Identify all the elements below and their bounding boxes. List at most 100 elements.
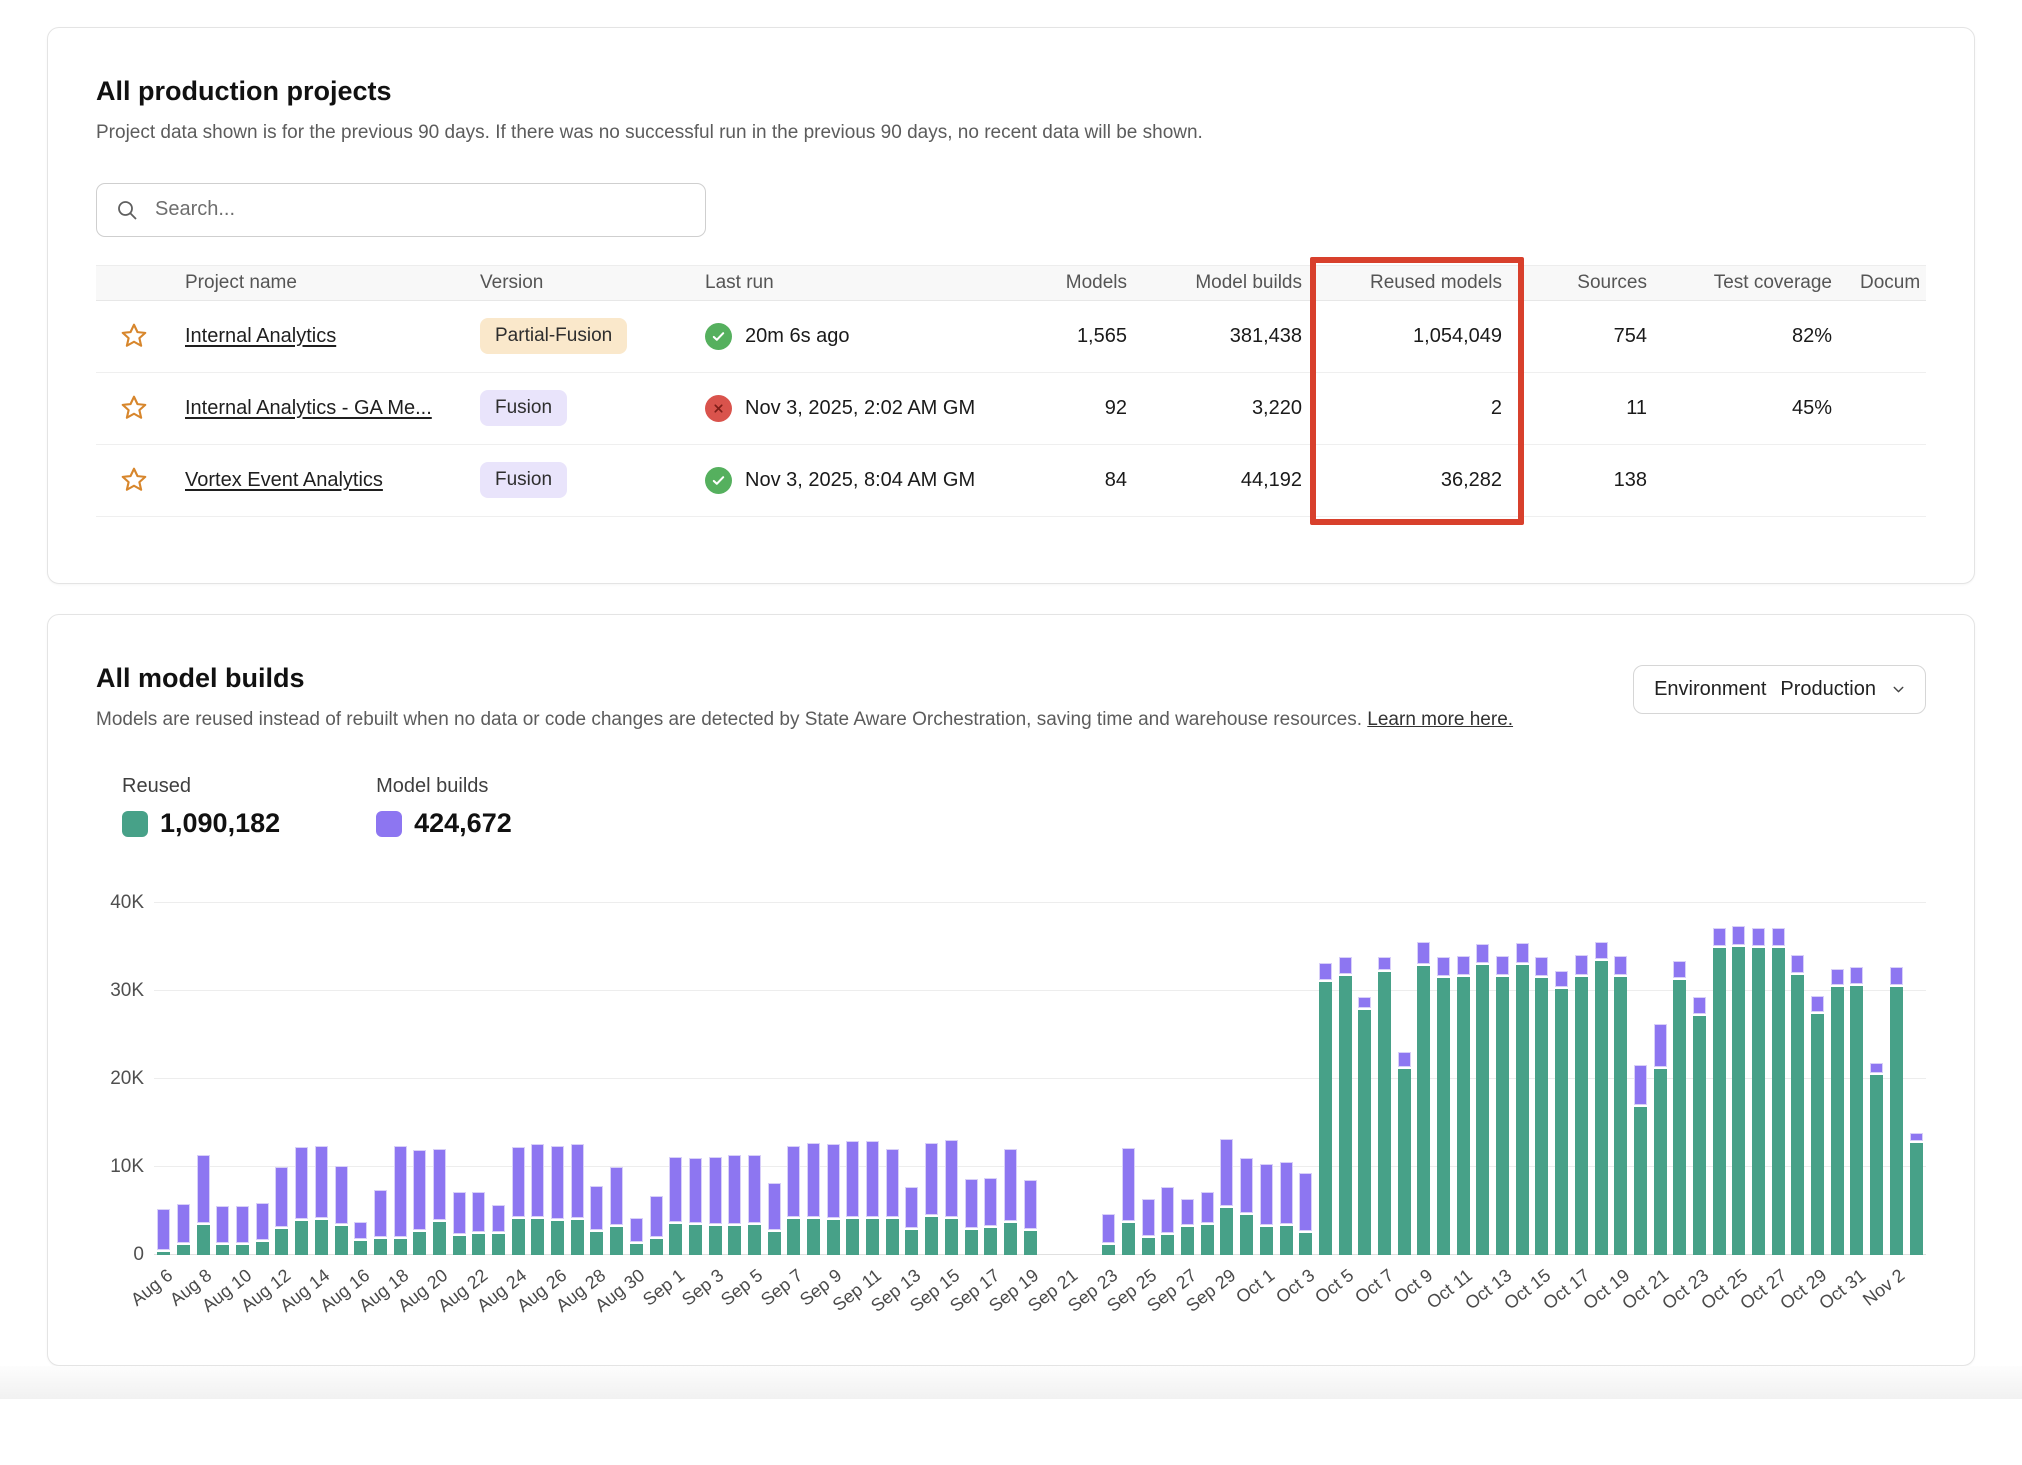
chart-bar	[1690, 903, 1710, 1255]
chart-bar	[1827, 903, 1847, 1255]
chart-bar	[174, 903, 194, 1255]
y-axis: 010K20K30K40K	[96, 903, 154, 1255]
chart-bar	[1591, 903, 1611, 1255]
page-bottom-strip	[0, 1366, 2022, 1399]
chart-bar	[1197, 903, 1217, 1255]
x-axis-label: Sep 1	[639, 1265, 689, 1311]
project-link[interactable]: Internal Analytics - GA Me...	[185, 397, 432, 419]
chart-bar	[823, 903, 843, 1255]
chart-bar	[567, 903, 587, 1255]
favorite-star-icon[interactable]	[119, 465, 149, 495]
chart-bar	[1887, 903, 1907, 1255]
x-axis-label: Oct 5	[1311, 1265, 1358, 1308]
y-axis-label: 30K	[110, 980, 144, 1002]
last-run-text: Nov 3, 2025, 8:04 AM GM	[745, 469, 975, 492]
legend-item-model-builds: Model builds 424,672	[376, 775, 512, 839]
chart-bar	[1020, 903, 1040, 1255]
chart-bar	[1079, 903, 1099, 1255]
chart-bar	[686, 903, 706, 1255]
x-axis-label: Sep 3	[678, 1265, 728, 1311]
version-badge: Fusion	[480, 462, 567, 498]
learn-more-link[interactable]: Learn more here.	[1367, 709, 1513, 730]
project-search[interactable]	[96, 183, 706, 237]
model-builds-card: All model builds Models are reused inste…	[47, 614, 1975, 1367]
chart-bar	[508, 903, 528, 1255]
chart-bar	[312, 903, 332, 1255]
chevron-down-icon	[1890, 681, 1907, 698]
chart-bar	[1670, 903, 1690, 1255]
chart-bar	[1867, 903, 1887, 1255]
model-builds-value: 3,220	[1141, 397, 1316, 420]
chart-bar	[1158, 903, 1178, 1255]
chart-bar	[1001, 903, 1021, 1255]
chart-bar	[1493, 903, 1513, 1255]
sources-value: 754	[1516, 325, 1661, 348]
run-success-icon	[705, 323, 732, 350]
chart-bar	[489, 903, 509, 1255]
projects-table: Project name Version Last run Models Mod…	[96, 265, 1926, 517]
chart-bar	[1335, 903, 1355, 1255]
environment-select[interactable]: Environment Production	[1633, 665, 1926, 714]
chart-bar	[922, 903, 942, 1255]
models-value: 1,565	[1001, 325, 1141, 348]
chart-legend: Reused 1,090,182 Model builds 424,672	[122, 775, 1926, 839]
project-link[interactable]: Vortex Event Analytics	[185, 469, 383, 491]
chart-bar	[1040, 903, 1060, 1255]
environment-value: Production	[1780, 678, 1876, 701]
chart-bar	[1729, 903, 1749, 1255]
chart-bar	[1768, 903, 1788, 1255]
header-models: Models	[1001, 272, 1141, 294]
legend-reused-total: 1,090,182	[160, 808, 280, 839]
favorite-star-icon[interactable]	[119, 393, 149, 423]
project-link[interactable]: Internal Analytics	[185, 325, 336, 347]
chart-bar	[1394, 903, 1414, 1255]
chart-bar	[1178, 903, 1198, 1255]
chart-bar	[666, 903, 686, 1255]
chart-bar	[1060, 903, 1080, 1255]
chart-bar	[213, 903, 233, 1255]
table-row: Vortex Event Analytics Fusion Nov 3, 202…	[96, 445, 1926, 517]
chart-bar	[154, 903, 174, 1255]
chart-bar	[233, 903, 253, 1255]
run-success-icon	[705, 467, 732, 494]
chart-bar	[607, 903, 627, 1255]
chart-plot-area	[154, 903, 1926, 1255]
search-input[interactable]	[153, 197, 687, 222]
models-value: 84	[1001, 469, 1141, 492]
chart-bar	[1217, 903, 1237, 1255]
chart-bar	[449, 903, 469, 1255]
chart-bar	[646, 903, 666, 1255]
x-axis-label: Aug 6	[127, 1265, 177, 1311]
favorite-star-icon[interactable]	[119, 321, 149, 351]
model-builds-value: 381,438	[1141, 325, 1316, 348]
chart-bar	[1709, 903, 1729, 1255]
legend-reused-label: Reused	[122, 775, 280, 798]
builds-title: All model builds	[96, 663, 1513, 694]
chart-bar	[725, 903, 745, 1255]
y-axis-label: 10K	[110, 1156, 144, 1178]
chart-bar	[1237, 903, 1257, 1255]
chart-bar	[410, 903, 430, 1255]
projects-subtitle: Project data shown is for the previous 9…	[96, 119, 1926, 147]
last-run-text: 20m 6s ago	[745, 325, 850, 348]
chart-bar	[1788, 903, 1808, 1255]
chart-bar	[745, 903, 765, 1255]
chart-bar	[272, 903, 292, 1255]
chart-bar	[1099, 903, 1119, 1255]
chart-bar	[1453, 903, 1473, 1255]
chart-bar	[981, 903, 1001, 1255]
header-project-name: Project name	[171, 272, 466, 294]
legend-item-reused: Reused 1,090,182	[122, 775, 280, 839]
chart-bar	[882, 903, 902, 1255]
x-axis-label: Nov 2	[1859, 1265, 1909, 1311]
chart-bar	[469, 903, 489, 1255]
projects-table-header: Project name Version Last run Models Mod…	[96, 265, 1926, 301]
chart-bar	[1808, 903, 1828, 1255]
header-sources: Sources	[1516, 272, 1661, 294]
chart-bar	[1138, 903, 1158, 1255]
chart-bar	[252, 903, 272, 1255]
version-badge: Fusion	[480, 390, 567, 426]
x-axis-label: Oct 7	[1351, 1265, 1398, 1308]
chart-bar	[528, 903, 548, 1255]
search-icon	[115, 198, 139, 222]
